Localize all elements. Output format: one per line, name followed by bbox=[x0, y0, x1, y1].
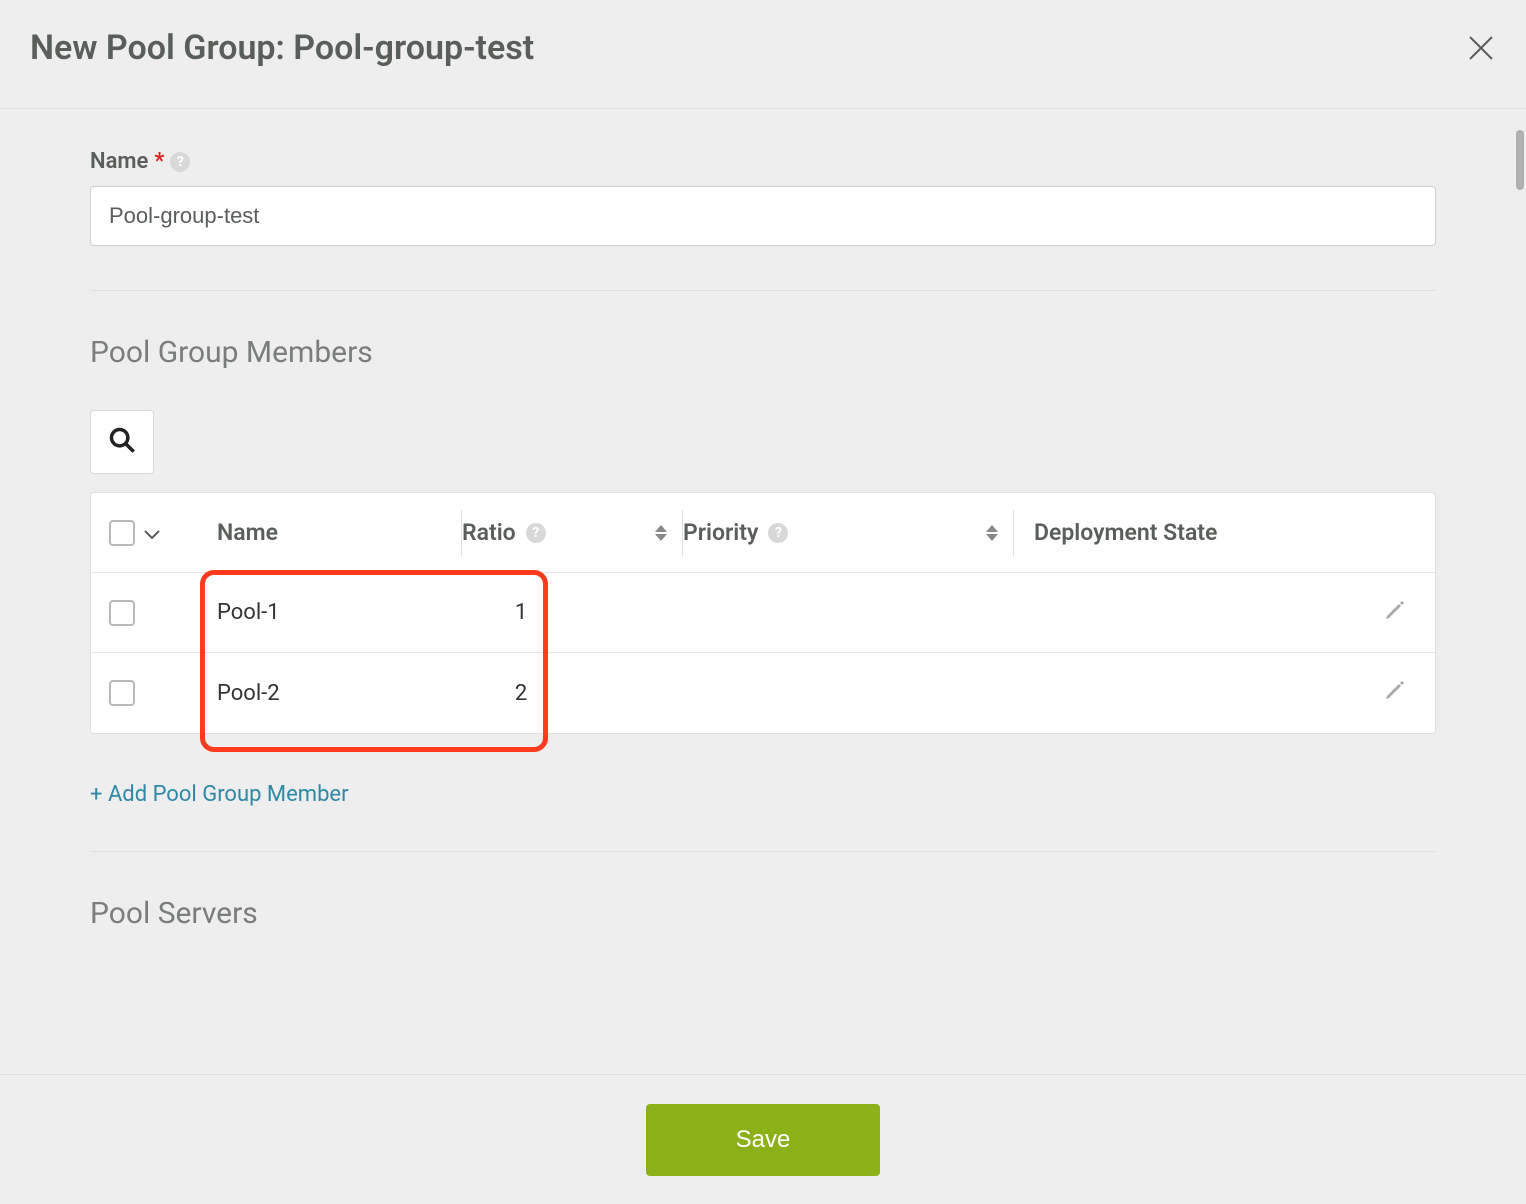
close-icon[interactable] bbox=[1466, 33, 1496, 63]
table-row: Pool-2 2 bbox=[91, 653, 1435, 733]
help-icon[interactable]: ? bbox=[526, 523, 546, 543]
save-button[interactable]: Save bbox=[646, 1104, 881, 1176]
select-all-checkbox[interactable] bbox=[109, 520, 135, 546]
row-checkbox[interactable] bbox=[109, 680, 135, 706]
name-input[interactable] bbox=[90, 186, 1436, 246]
col-header-deployment[interactable]: Deployment State bbox=[1014, 519, 1355, 546]
col-header-name[interactable]: Name bbox=[181, 519, 461, 546]
col-header-priority[interactable]: Priority ? bbox=[683, 519, 1013, 546]
divider bbox=[90, 851, 1436, 852]
scrollbar-thumb[interactable] bbox=[1516, 130, 1524, 190]
row-name: Pool-1 bbox=[181, 600, 461, 625]
row-ratio: 1 bbox=[461, 600, 681, 625]
add-member-link[interactable]: + Add Pool Group Member bbox=[90, 782, 349, 807]
required-star-icon: * bbox=[154, 149, 164, 174]
search-icon bbox=[108, 426, 136, 458]
name-label-text: Name bbox=[90, 149, 148, 174]
table-row: Pool-1 1 bbox=[91, 573, 1435, 653]
search-button[interactable] bbox=[90, 410, 154, 474]
name-label: Name * ? bbox=[90, 149, 1436, 174]
edit-icon[interactable] bbox=[1383, 683, 1407, 708]
col-header-ratio-text: Ratio bbox=[462, 519, 516, 546]
chevron-down-icon[interactable] bbox=[143, 519, 161, 546]
members-section-title: Pool Group Members bbox=[90, 335, 1436, 370]
dialog-body: Name * ? Pool Group Members Name Ratio bbox=[0, 109, 1526, 1083]
table-header-row: Name Ratio ? Priority ? bbox=[91, 493, 1435, 573]
sort-icon[interactable] bbox=[985, 525, 999, 541]
col-header-ratio[interactable]: Ratio ? bbox=[462, 519, 682, 546]
divider bbox=[90, 290, 1436, 291]
row-checkbox[interactable] bbox=[109, 600, 135, 626]
col-header-priority-text: Priority bbox=[683, 519, 758, 546]
page-title: New Pool Group: Pool-group-test bbox=[30, 28, 534, 68]
row-name: Pool-2 bbox=[181, 681, 461, 706]
servers-section-title: Pool Servers bbox=[90, 896, 1436, 931]
row-ratio: 2 bbox=[461, 681, 681, 706]
members-table-wrap: Name Ratio ? Priority ? bbox=[90, 492, 1436, 734]
dialog-header: New Pool Group: Pool-group-test bbox=[0, 0, 1526, 109]
dialog-footer: Save bbox=[0, 1074, 1526, 1204]
edit-icon[interactable] bbox=[1383, 603, 1407, 628]
help-icon[interactable]: ? bbox=[768, 523, 788, 543]
members-table: Name Ratio ? Priority ? bbox=[90, 492, 1436, 734]
sort-icon[interactable] bbox=[654, 525, 668, 541]
help-icon[interactable]: ? bbox=[170, 152, 190, 172]
